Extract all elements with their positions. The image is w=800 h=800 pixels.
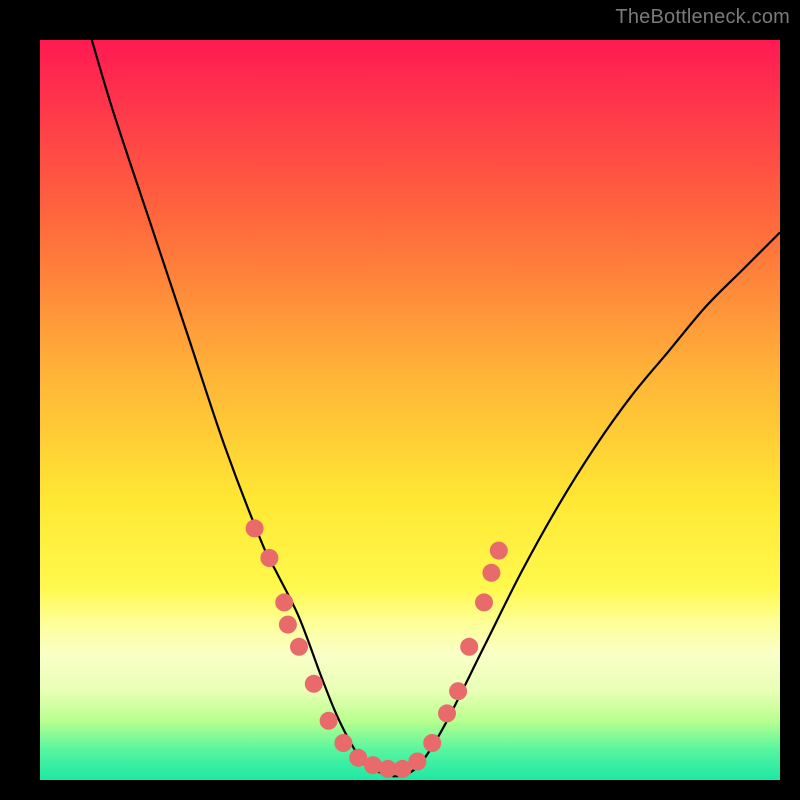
curve-marker bbox=[438, 704, 456, 722]
curve-markers bbox=[246, 519, 508, 778]
curve-marker bbox=[305, 675, 323, 693]
plot-area bbox=[40, 40, 780, 780]
chart-frame: TheBottleneck.com bbox=[0, 0, 800, 800]
curve-marker bbox=[290, 638, 308, 656]
curve-marker bbox=[460, 638, 478, 656]
curve-marker bbox=[482, 564, 500, 582]
curve-marker bbox=[423, 734, 441, 752]
bottleneck-curve-svg bbox=[40, 40, 780, 780]
curve-marker bbox=[490, 542, 508, 560]
curve-marker bbox=[408, 753, 426, 771]
bottleneck-curve bbox=[92, 40, 780, 776]
curve-marker bbox=[320, 712, 338, 730]
curve-marker bbox=[279, 616, 297, 634]
curve-marker bbox=[246, 519, 264, 537]
curve-marker bbox=[334, 734, 352, 752]
curve-marker bbox=[475, 593, 493, 611]
curve-marker bbox=[449, 682, 467, 700]
curve-marker bbox=[275, 593, 293, 611]
curve-marker bbox=[260, 549, 278, 567]
watermark-text: TheBottleneck.com bbox=[615, 6, 790, 29]
